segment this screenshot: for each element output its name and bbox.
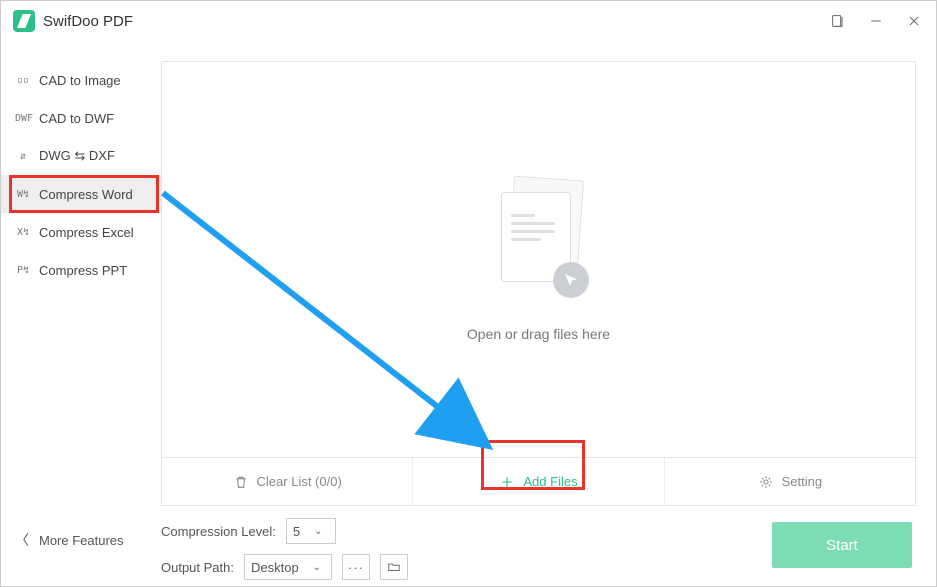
clear-label: Clear List (0/0) xyxy=(257,474,342,489)
sidebar-item-compress-excel[interactable]: X↯ Compress Excel xyxy=(1,213,161,251)
sidebar-item-compress-word[interactable]: W↯ Compress Word xyxy=(1,175,161,213)
setting-label: Setting xyxy=(782,474,822,489)
compression-level-label: Compression Level: xyxy=(161,524,276,539)
compression-level-select[interactable]: 5 ⌄ xyxy=(286,518,336,544)
setting-button[interactable]: Setting xyxy=(665,458,915,505)
window-controls xyxy=(828,11,924,31)
more-path-button[interactable]: ··· xyxy=(342,554,370,580)
title-bar: SwifDoo PDF xyxy=(1,1,936,41)
sidebar-item-cad-to-dwf[interactable]: DWF CAD to DWF xyxy=(1,99,161,137)
sidebar-item-dwg-dxf[interactable]: ⇵ DWG ⇆ DXF xyxy=(1,137,161,175)
chevron-down-icon: ⌄ xyxy=(314,526,322,537)
drop-area[interactable]: Open or drag files here xyxy=(161,61,916,458)
word-compress-icon: W↯ xyxy=(15,189,31,200)
start-label: Start xyxy=(826,537,858,554)
plus-icon xyxy=(499,474,515,490)
gear-icon xyxy=(758,474,774,490)
options-icon[interactable] xyxy=(828,11,848,31)
body: ▫▫ CAD to Image DWF CAD to DWF ⇵ DWG ⇆ D… xyxy=(1,41,936,586)
level-value: 5 xyxy=(293,524,300,539)
browse-folder-button[interactable] xyxy=(380,554,408,580)
sidebar-item-label: CAD to Image xyxy=(39,73,121,88)
sidebar-item-compress-ppt[interactable]: P↯ Compress PPT xyxy=(1,251,161,289)
action-bar: Clear List (0/0) Add Files Setting xyxy=(161,458,916,506)
sidebar-item-label: Compress Excel xyxy=(39,225,134,240)
sidebar-item-label: Compress Word xyxy=(39,187,133,202)
ellipsis-icon: ··· xyxy=(348,560,364,575)
path-value: Desktop xyxy=(251,560,299,575)
sidebar-item-label: CAD to DWF xyxy=(39,111,114,126)
chevron-down-icon: ⌄ xyxy=(313,562,321,573)
clear-list-button[interactable]: Clear List (0/0) xyxy=(162,458,413,505)
sidebar-item-cad-to-image[interactable]: ▫▫ CAD to Image xyxy=(1,61,161,99)
ppt-compress-icon: P↯ xyxy=(15,265,31,276)
excel-compress-icon: X↯ xyxy=(15,227,31,238)
sidebar-item-label: DWG ⇆ DXF xyxy=(39,148,115,164)
chevron-left-icon: 〈 xyxy=(15,530,29,550)
controls-group: Compression Level: 5 ⌄ Output Path: Desk… xyxy=(161,518,408,580)
document-illustration-icon xyxy=(489,178,589,298)
app-title: SwifDoo PDF xyxy=(43,13,133,30)
sidebar-item-label: Compress PPT xyxy=(39,263,127,278)
output-path-label: Output Path: xyxy=(161,560,234,575)
cad-image-icon: ▫▫ xyxy=(15,75,31,86)
trash-icon xyxy=(233,474,249,490)
swap-icon: ⇵ xyxy=(15,151,31,162)
main-panel: Open or drag files here Clear List (0/0)… xyxy=(161,41,936,586)
add-label: Add Files xyxy=(523,474,577,489)
folder-icon xyxy=(387,560,401,574)
drop-text: Open or drag files here xyxy=(467,326,610,342)
add-files-button[interactable]: Add Files xyxy=(413,458,664,505)
app-window: SwifDoo PDF ▫▫ CAD to Image DWF CAD to D… xyxy=(0,0,937,587)
start-button[interactable]: Start xyxy=(772,522,912,568)
dwf-icon: DWF xyxy=(15,113,31,124)
close-button[interactable] xyxy=(904,11,924,31)
title-left: SwifDoo PDF xyxy=(13,10,133,32)
bottom-controls: Compression Level: 5 ⌄ Output Path: Desk… xyxy=(161,506,916,586)
output-path-select[interactable]: Desktop ⌄ xyxy=(244,554,332,580)
sidebar: ▫▫ CAD to Image DWF CAD to DWF ⇵ DWG ⇆ D… xyxy=(1,41,161,586)
more-features-button[interactable]: 〈 More Features xyxy=(15,530,124,550)
app-logo-icon xyxy=(13,10,35,32)
minimize-button[interactable] xyxy=(866,11,886,31)
more-features-label: More Features xyxy=(39,533,124,548)
